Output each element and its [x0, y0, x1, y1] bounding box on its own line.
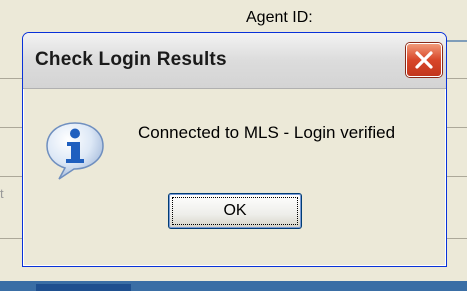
focus-rectangle [172, 197, 298, 225]
info-icon [46, 122, 104, 180]
dialog-title: Check Login Results [35, 49, 227, 70]
dialog-title-bar[interactable]: Check Login Results [23, 33, 446, 89]
ok-button[interactable]: OK [168, 193, 302, 229]
check-login-results-dialog: Check Login Results Connected to MLS - L… [22, 32, 447, 267]
dialog-message: Connected to MLS - Login verified [138, 123, 396, 142]
close-button[interactable] [406, 43, 442, 77]
background-partial-text: t [0, 186, 4, 201]
taskbar-button[interactable] [36, 284, 131, 291]
agent-id-label: Agent ID: [246, 9, 313, 26]
close-icon [415, 51, 433, 69]
